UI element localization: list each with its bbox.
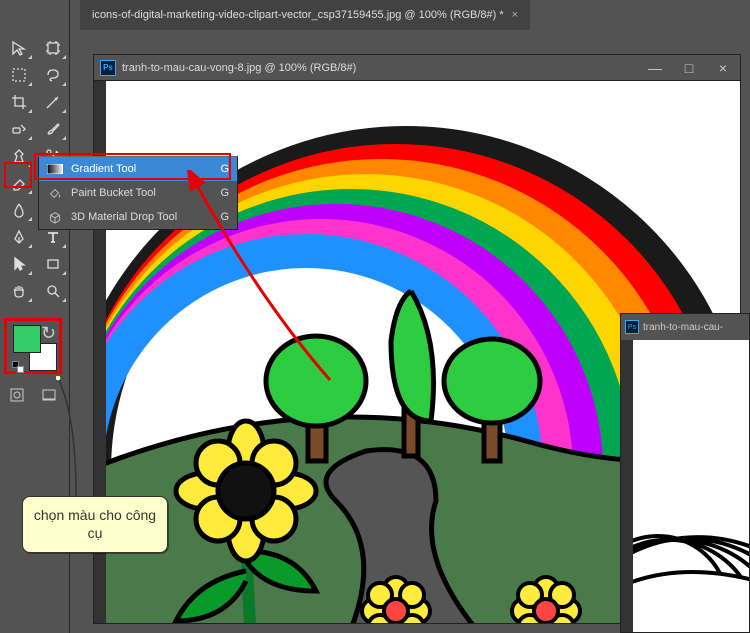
default-colors-icon-2 (17, 366, 24, 373)
document-window-peek: Ps tranh-to-mau-cau- (620, 313, 750, 633)
callout-text: chọn màu cho công cụ (34, 507, 156, 541)
document-titlebar[interactable]: Ps tranh-to-mau-cau-vong-8.jpg @ 100% (R… (94, 55, 740, 81)
zoom-icon[interactable] (39, 279, 67, 303)
minimize-icon[interactable]: — (638, 56, 672, 80)
eyedropper-icon[interactable] (39, 90, 67, 114)
main-tab-bar: icons-of-digital-marketing-video-clipart… (0, 0, 750, 30)
flyout-item-label: Paint Bucket Tool (71, 187, 156, 199)
peek-titlebar[interactable]: Ps tranh-to-mau-cau- (621, 314, 749, 340)
document-title: tranh-to-mau-cau-vong-8.jpg @ 100% (RGB/… (122, 62, 356, 74)
spot-heal-icon[interactable] (5, 117, 33, 141)
quick-mask-mode (8, 386, 58, 404)
screen-mode-icon[interactable] (40, 386, 58, 404)
swap-colors-icon[interactable]: ↻ (41, 323, 55, 337)
brush-icon[interactable] (39, 117, 67, 141)
flyout-item-shortcut: G (220, 211, 229, 223)
clone-icon[interactable] (5, 144, 33, 168)
flyout-paint-bucket[interactable]: Paint Bucket Tool G (39, 181, 237, 205)
flyout-item-label: 3D Material Drop Tool (71, 211, 177, 223)
ps-app-icon: Ps (625, 320, 639, 334)
flyout-item-shortcut: G (220, 187, 229, 199)
marquee-icon[interactable] (5, 63, 33, 87)
callout-balloon: chọn màu cho công cụ (22, 496, 168, 553)
bucket-icon (47, 187, 63, 199)
flyout-3d-material[interactable]: 3D Material Drop Tool G (39, 205, 237, 229)
close-icon[interactable]: × (706, 56, 740, 80)
blur-icon[interactable] (5, 198, 33, 222)
hand-icon[interactable] (5, 279, 33, 303)
peek-canvas[interactable] (621, 340, 749, 632)
rectangle-icon[interactable] (39, 252, 67, 276)
path-select-icon[interactable] (5, 252, 33, 276)
flyout-gradient-tool[interactable]: Gradient Tool G (39, 157, 237, 181)
window-controls: — □ × (638, 56, 740, 80)
flyout-item-shortcut: G (220, 163, 229, 175)
main-tab[interactable]: icons-of-digital-marketing-video-clipart… (80, 0, 530, 30)
gradient-flyout: Gradient Tool G Paint Bucket Tool G 3D M… (38, 156, 238, 230)
maximize-icon[interactable]: □ (672, 56, 706, 80)
artboard-icon[interactable] (39, 36, 67, 60)
lasso-icon[interactable] (39, 63, 67, 87)
ps-app-icon: Ps (100, 60, 116, 76)
eraser-icon[interactable] (5, 171, 33, 195)
fg-color[interactable] (13, 325, 41, 353)
pen-icon[interactable] (5, 225, 33, 249)
mask-mode-icon[interactable] (8, 386, 26, 404)
tool-grid (0, 0, 69, 303)
peek-title-text: tranh-to-mau-cau- (643, 322, 723, 333)
main-tab-label: icons-of-digital-marketing-video-clipart… (92, 9, 504, 21)
cube-icon (47, 211, 63, 223)
color-swatches: ↻ (4, 318, 62, 374)
flyout-item-label: Gradient Tool (71, 163, 136, 175)
move-icon[interactable] (5, 36, 33, 60)
gradient-thumb-icon (47, 163, 63, 175)
crop-icon[interactable] (5, 90, 33, 114)
close-tab-icon[interactable]: × (512, 9, 518, 21)
